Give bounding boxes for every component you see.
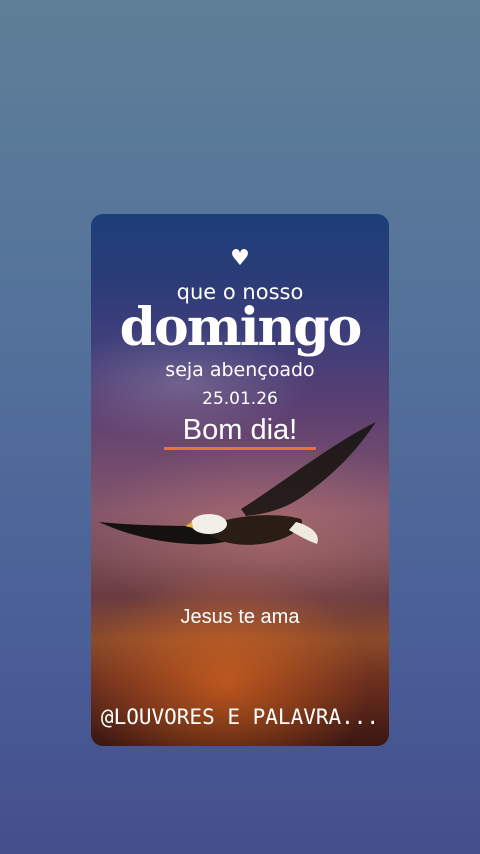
story-card[interactable]: ♥ que o nosso domingo seja abençoado 25.…: [91, 214, 389, 746]
heart-icon: ♥: [230, 246, 250, 271]
eagle-image: [99, 422, 376, 545]
headline-line-3: seja abençoado: [165, 359, 315, 381]
message-text: Jesus te ama: [180, 606, 300, 628]
headline-domingo: domingo: [119, 297, 363, 358]
account-handle[interactable]: @LOUVORES E PALAVRA...: [91, 702, 389, 732]
date-text: 25.01.26: [202, 389, 278, 409]
